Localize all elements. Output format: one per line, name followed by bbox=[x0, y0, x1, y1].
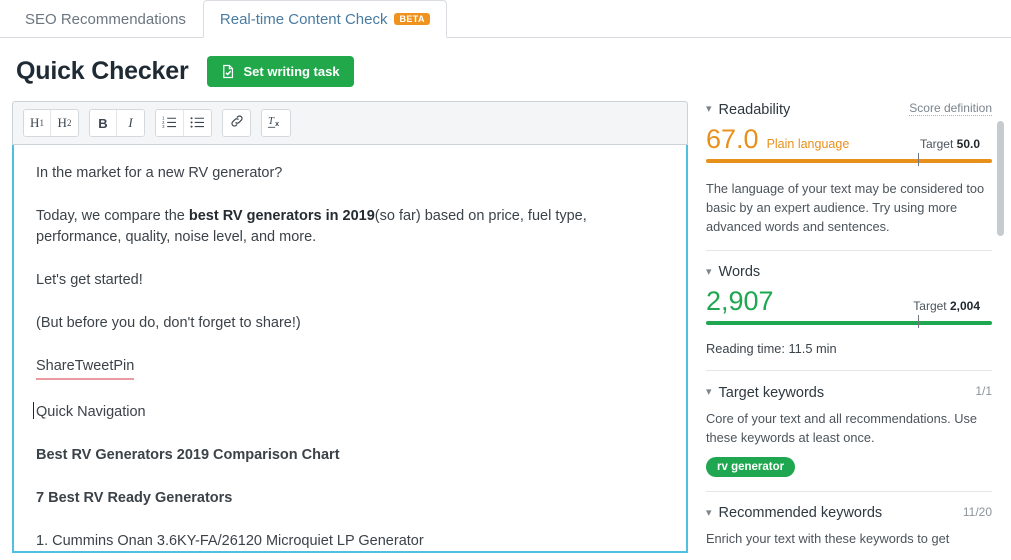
words-title-group[interactable]: ▾ Words bbox=[706, 264, 760, 280]
readability-target-tick bbox=[918, 153, 919, 166]
words-target: Target 2,004 bbox=[913, 299, 992, 313]
editor-paragraph: In the market for a new RV generator? bbox=[36, 163, 664, 184]
words-count: 2,907 bbox=[706, 288, 774, 315]
words-target-value: 2,004 bbox=[950, 299, 980, 313]
paragraph-text-before: Today, we compare the bbox=[36, 208, 189, 224]
svg-text:x: x bbox=[275, 119, 279, 127]
list-tool-group: 1 2 3 bbox=[155, 109, 212, 137]
recommended-keywords-count: 11/20 bbox=[963, 505, 992, 519]
editor-heading-best-generators: 7 Best RV Ready Generators bbox=[36, 488, 664, 509]
editor-paragraph: Let's get started! bbox=[36, 270, 664, 291]
paragraph-bold-text: best RV generators in 2019 bbox=[189, 208, 375, 224]
words-progress-bar bbox=[706, 321, 992, 325]
chevron-down-icon: ▾ bbox=[706, 267, 712, 278]
link-button[interactable] bbox=[223, 110, 250, 136]
readability-title-group[interactable]: ▾ Readability bbox=[706, 102, 790, 118]
readability-section: ▾ Readability Score definition 67.0 Plai… bbox=[706, 101, 992, 236]
recommended-keywords-title: Recommended keywords bbox=[719, 505, 883, 521]
italic-button[interactable]: I bbox=[117, 110, 144, 136]
unordered-list-button[interactable] bbox=[184, 110, 211, 136]
editor-share-links: ShareTweetPin bbox=[36, 356, 664, 380]
link-icon bbox=[230, 114, 244, 132]
page-title: Quick Checker bbox=[16, 57, 189, 86]
heading-2-button[interactable]: H2 bbox=[51, 110, 78, 136]
target-keywords-title-group[interactable]: ▾ Target keywords bbox=[706, 385, 824, 401]
editor-column: H1 H2 B I 1 2 3 bbox=[12, 101, 688, 553]
readability-metric-row: 67.0 Plain language Target 50.0 bbox=[706, 126, 992, 153]
chevron-down-icon: ▾ bbox=[706, 104, 712, 115]
clear-format-button[interactable]: T x bbox=[262, 110, 290, 136]
heading-tool-group: H1 H2 bbox=[23, 109, 79, 137]
clear-format-tool-group: T x bbox=[261, 109, 291, 137]
readability-target: Target 50.0 bbox=[920, 137, 992, 151]
page-header: Quick Checker Set writing task bbox=[0, 38, 1011, 87]
svg-text:T: T bbox=[268, 116, 275, 127]
recommended-keywords-description: Enrich your text with these keywords to … bbox=[706, 529, 992, 548]
svg-text:3: 3 bbox=[162, 124, 165, 128]
target-keywords-description: Core of your text and all recommendation… bbox=[706, 409, 992, 447]
words-title: Words bbox=[719, 264, 761, 280]
words-target-prefix: Target bbox=[913, 299, 950, 313]
beta-badge: BETA bbox=[394, 13, 429, 25]
chevron-down-icon: ▾ bbox=[706, 387, 712, 398]
editor-paragraph: (But before you do, don't forget to shar… bbox=[36, 313, 664, 334]
target-keywords-title: Target keywords bbox=[719, 385, 825, 401]
editor-toolbar: H1 H2 B I 1 2 3 bbox=[12, 101, 688, 145]
tab-real-time-content-check[interactable]: Real-time Content Check BETA bbox=[203, 0, 447, 38]
section-divider bbox=[706, 491, 992, 492]
set-writing-task-button[interactable]: Set writing task bbox=[207, 56, 354, 87]
sidebar-scrollbar-thumb[interactable] bbox=[997, 121, 1004, 236]
words-target-tick bbox=[918, 315, 919, 328]
editor-content-area[interactable]: In the market for a new RV generator? To… bbox=[12, 145, 688, 553]
bold-button[interactable]: B bbox=[90, 110, 117, 136]
set-writing-task-label: Set writing task bbox=[244, 64, 340, 79]
editor-heading-comparison-chart: Best RV Generators 2019 Comparison Chart bbox=[36, 445, 664, 466]
tab-bar: SEO Recommendations Real-time Content Ch… bbox=[0, 0, 1011, 38]
editor-nav-link-1: 1. Cummins Onan 3.6KY-FA/26120 Microquie… bbox=[36, 531, 664, 552]
tab-label: SEO Recommendations bbox=[25, 11, 186, 28]
tab-label: Real-time Content Check bbox=[220, 11, 388, 28]
ordered-list-icon: 1 2 3 bbox=[162, 115, 177, 132]
main-layout: H1 H2 B I 1 2 3 bbox=[0, 87, 1011, 556]
words-metric-row: 2,907 Target 2,004 bbox=[706, 288, 992, 315]
target-keywords-header: ▾ Target keywords 1/1 bbox=[706, 384, 992, 401]
quick-navigation-text: Quick Navigation bbox=[36, 404, 146, 420]
words-section: ▾ Words 2,907 Target 2,004 Reading time:… bbox=[706, 264, 992, 356]
target-keywords-section: ▾ Target keywords 1/1 Core of your text … bbox=[706, 384, 992, 477]
target-keywords-count: 1/1 bbox=[975, 384, 992, 398]
analysis-sidebar: ▾ Readability Score definition 67.0 Plai… bbox=[706, 101, 1006, 556]
readability-level-label: Plain language bbox=[767, 137, 850, 151]
link-tool-group bbox=[222, 109, 251, 137]
text-style-tool-group: B I bbox=[89, 109, 145, 137]
document-check-icon bbox=[221, 64, 236, 79]
reading-time: Reading time: 11.5 min bbox=[706, 341, 992, 356]
recommended-keywords-title-group[interactable]: ▾ Recommended keywords bbox=[706, 505, 882, 521]
readability-score: 67.0 bbox=[706, 126, 759, 153]
readability-target-prefix: Target bbox=[920, 137, 957, 151]
share-links-text: ShareTweetPin bbox=[36, 356, 134, 380]
score-definition-link[interactable]: Score definition bbox=[909, 101, 992, 116]
readability-header: ▾ Readability Score definition bbox=[706, 101, 992, 118]
section-divider bbox=[706, 250, 992, 251]
readability-bar-wrap bbox=[706, 159, 992, 169]
recommended-keywords-section: ▾ Recommended keywords 11/20 Enrich your… bbox=[706, 505, 992, 549]
editor-paragraph: Today, we compare the best RV generators… bbox=[36, 206, 664, 248]
section-divider bbox=[706, 370, 992, 371]
words-bar-wrap bbox=[706, 321, 992, 331]
keyword-pill-rv-generator[interactable]: rv generator bbox=[706, 457, 795, 477]
tab-seo-recommendations[interactable]: SEO Recommendations bbox=[8, 0, 203, 37]
text-caret bbox=[33, 402, 34, 419]
words-header: ▾ Words bbox=[706, 264, 992, 280]
readability-progress-bar bbox=[706, 159, 992, 163]
recommended-keywords-header: ▾ Recommended keywords 11/20 bbox=[706, 505, 992, 522]
unordered-list-icon bbox=[190, 115, 205, 132]
clear-format-icon: T x bbox=[268, 114, 284, 133]
readability-title: Readability bbox=[719, 102, 791, 118]
editor-paragraph-quick-navigation: Quick Navigation bbox=[36, 402, 664, 423]
heading-1-button[interactable]: H1 bbox=[24, 110, 51, 136]
readability-target-value: 50.0 bbox=[957, 137, 980, 151]
ordered-list-button[interactable]: 1 2 3 bbox=[156, 110, 184, 136]
readability-description: The language of your text may be conside… bbox=[706, 179, 992, 237]
chevron-down-icon: ▾ bbox=[706, 508, 712, 519]
